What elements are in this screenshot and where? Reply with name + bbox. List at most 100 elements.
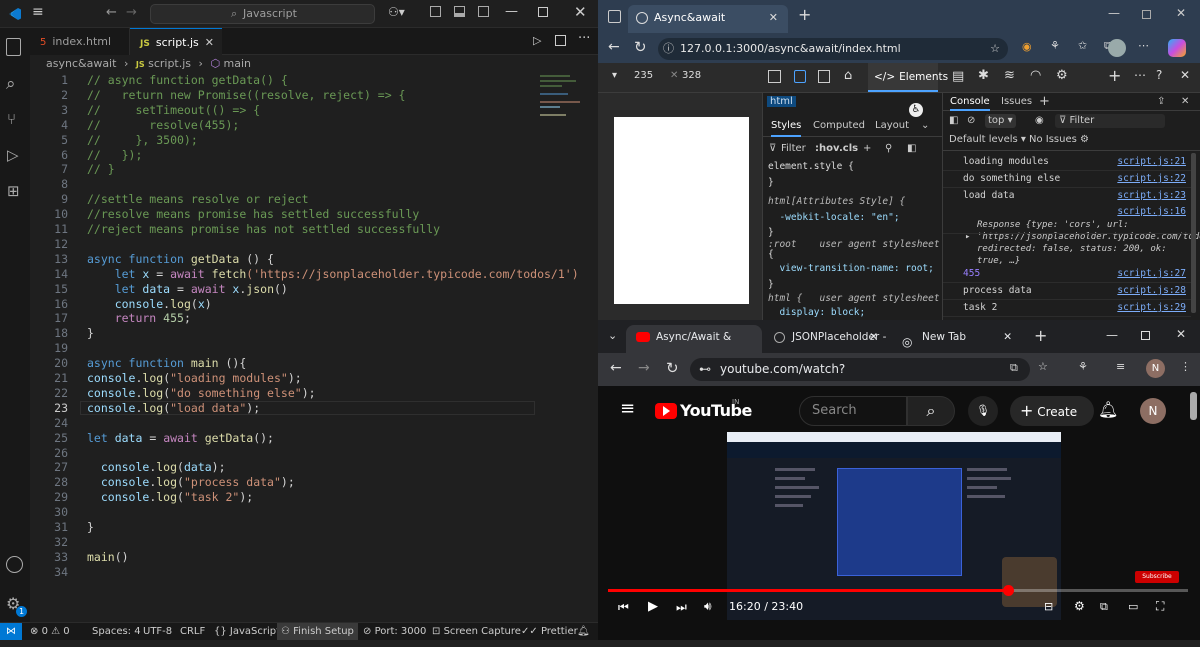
add-rule-icon[interactable]: + <box>863 140 871 158</box>
selected-element[interactable]: html <box>767 96 796 107</box>
styles-filter-input[interactable]: Filter <box>781 140 806 158</box>
code-line[interactable]: console.log("load data"); <box>87 401 260 415</box>
reading-list-icon[interactable]: ≡ <box>1116 360 1125 373</box>
style-rule-line[interactable]: } <box>768 279 774 290</box>
search-icon[interactable]: ⌕ <box>6 74 16 94</box>
close-tab-icon[interactable]: ✕ <box>1003 325 1012 349</box>
eye-icon[interactable]: ◉ <box>1035 111 1044 131</box>
prettier[interactable]: ✓✓ Prettier <box>521 623 578 640</box>
style-rule-line[interactable]: -webkit-locale: "en"; <box>768 212 899 223</box>
console-source-link[interactable]: script.js:23 <box>1117 190 1186 201</box>
live-server-port[interactable]: ⊘ Port: 3000 <box>363 623 426 640</box>
close-tab-icon[interactable]: ✕ <box>205 29 214 56</box>
code-line[interactable]: let data = await getData(); <box>87 431 274 445</box>
breadcrumb-symbol[interactable]: main <box>224 57 251 70</box>
theater-mode-icon[interactable]: ▭ <box>1128 600 1138 613</box>
chevron-down-icon[interactable]: ⌄ <box>921 115 929 137</box>
tab-elements[interactable]: </> Elements <box>868 63 948 92</box>
hamburger-icon[interactable]: ≡ <box>620 398 635 419</box>
tab-issues[interactable]: Issues <box>1001 93 1032 111</box>
close-tab-icon[interactable]: ✕ <box>769 5 778 31</box>
more-actions-icon[interactable]: ··· <box>578 31 590 46</box>
extension-icon[interactable]: ◉ <box>1022 40 1032 53</box>
sidebar-toggle-icon[interactable]: ◧ <box>907 140 916 158</box>
search-button-icon[interactable]: ⌕ <box>907 396 955 426</box>
breadcrumb-folder[interactable]: async&await <box>46 57 116 70</box>
more-options-icon[interactable]: ⋯ <box>1134 68 1146 82</box>
extensions-icon[interactable]: ⊞ <box>7 182 20 200</box>
page-scrollbar[interactable] <box>1190 392 1197 420</box>
create-button[interactable]: + Create <box>1010 396 1094 426</box>
more-tools-icon[interactable]: + <box>1108 66 1121 85</box>
forward-arrow-icon[interactable]: → <box>638 360 650 376</box>
address-bar[interactable]: ⓘ 127.0.0.1:3000/async&await/index.html … <box>658 38 1008 60</box>
chrome-tab-youtube[interactable]: Async/Await & Fetch <box>626 325 762 367</box>
microphone-icon[interactable]: 🎙︎ <box>968 396 998 426</box>
minimize-icon[interactable]: — <box>1106 328 1118 342</box>
close-tab-icon[interactable]: ✕ <box>869 325 878 349</box>
hov-toggle[interactable]: :hov <box>815 140 840 158</box>
device-toolbar-icon[interactable] <box>794 70 806 83</box>
cls-toggle[interactable]: .cls <box>839 140 858 158</box>
console-scrollbar[interactable] <box>1191 153 1196 313</box>
code-editor[interactable]: 1 2 3 4 5 6 7 8 9 10 11 12 13 14 15 16 17 18 19 20 21 22 23 24 2… <box>30 72 598 622</box>
style-rule-line[interactable]: display: block; <box>768 307 865 318</box>
console-source-link[interactable]: script.js:22 <box>1117 173 1186 184</box>
levels-dropdown[interactable]: Default levels ▾ <box>949 131 1026 149</box>
settings-gear-icon[interactable]: ⚙ <box>1074 599 1085 613</box>
tab-search-icon[interactable]: ⌄ <box>608 329 617 342</box>
bell-icon[interactable]: 🔔︎ <box>1098 400 1118 419</box>
maximize-icon[interactable] <box>1141 331 1150 340</box>
code-line[interactable]: let x = await fetch('https://jsonplaceho… <box>87 267 579 281</box>
dock-drawer-icon[interactable]: ⇪ <box>1157 93 1165 111</box>
code-line[interactable]: main() <box>87 550 129 564</box>
code-line[interactable]: console.log(data); <box>87 460 226 474</box>
code-line[interactable]: // async function getData() { <box>87 73 288 87</box>
console-filter-input[interactable]: ⊽ Filter <box>1055 114 1165 128</box>
youtube-logo-icon[interactable] <box>655 403 677 419</box>
code-line[interactable]: //resolve means promise has settled succ… <box>87 207 419 221</box>
avatar[interactable]: N <box>1140 398 1166 424</box>
code-line[interactable]: // } <box>87 162 115 176</box>
previous-icon[interactable]: ⏮︎ <box>618 600 629 615</box>
close-icon[interactable]: ✕ <box>1176 327 1186 341</box>
style-rule-line[interactable]: html { user agent stylesheet <box>768 293 940 304</box>
tab-console[interactable]: Console <box>950 93 990 111</box>
more-icon[interactable]: ⋯ <box>1138 39 1149 52</box>
inspect-icon[interactable] <box>768 70 781 83</box>
back-arrow-icon[interactable]: ← <box>106 5 117 20</box>
code-line[interactable]: console.log("task 2"); <box>87 490 253 504</box>
clear-console-icon[interactable]: ⊘ <box>967 111 975 131</box>
code-line[interactable]: async function getData () { <box>87 252 274 266</box>
captions-icon[interactable]: ⊟ <box>1044 600 1053 613</box>
toggle-sidebar-icon[interactable] <box>430 6 441 17</box>
code-line[interactable]: // }, 3500); <box>87 133 198 147</box>
forward-arrow-icon[interactable]: → <box>126 5 137 20</box>
viewport-width[interactable]: 235 <box>634 70 653 81</box>
site-settings-icon[interactable]: ⊷ <box>699 358 711 381</box>
bug-icon[interactable]: ✱ <box>978 68 989 83</box>
code-line[interactable]: console.log("loading modules"); <box>87 371 302 385</box>
code-line[interactable]: // }); <box>87 148 142 162</box>
extensions-icon[interactable]: ⚘ <box>1078 360 1088 373</box>
toggle-panel-icon[interactable] <box>454 6 465 17</box>
sidebar-icon[interactable]: ◧ <box>949 111 958 131</box>
profile-avatar[interactable]: N <box>1146 359 1165 378</box>
search-input[interactable]: Search <box>799 396 907 426</box>
line-ending[interactable]: CRLF <box>180 623 205 640</box>
code-line[interactable]: // return new Promise((resolve, reject) … <box>87 88 406 102</box>
back-arrow-icon[interactable]: ← <box>610 360 622 376</box>
progress-scrubber[interactable] <box>1003 585 1015 596</box>
add-tab-icon[interactable]: + <box>1039 93 1050 111</box>
code-line[interactable]: // setTimeout(() => { <box>87 103 260 117</box>
code-line[interactable]: } <box>87 520 94 534</box>
close-drawer-icon[interactable]: ✕ <box>1181 93 1189 111</box>
copilot-icon[interactable] <box>1168 39 1186 57</box>
chrome-tab-newtab[interactable]: ◎ New Tab ✕ <box>892 325 1028 353</box>
breadcrumb-file[interactable]: script.js <box>148 57 191 70</box>
youtube-logo-text[interactable]: YouTube <box>680 401 752 420</box>
style-rule-line[interactable]: :root user agent stylesheet <box>768 239 940 250</box>
language-mode[interactable]: {} JavaScript <box>214 623 280 640</box>
new-tab-icon[interactable]: + <box>1034 326 1047 345</box>
help-icon[interactable]: ? <box>1156 68 1162 82</box>
